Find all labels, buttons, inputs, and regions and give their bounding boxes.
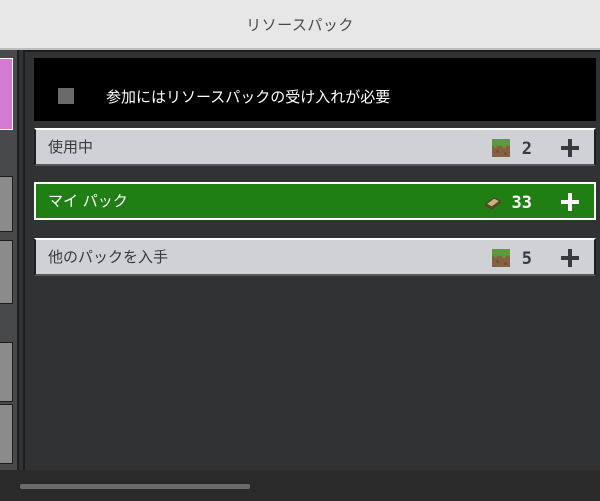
expand-plus-icon[interactable] (560, 192, 580, 212)
expand-plus-icon[interactable] (560, 248, 580, 268)
require-accept-checkbox[interactable] (58, 88, 74, 104)
grass-block-icon (492, 249, 510, 267)
pack-row-get-more[interactable]: 他のパックを入手 5 (34, 238, 596, 276)
requirement-label: 参加にはリソースパックの受け入れが必要 (106, 88, 391, 106)
bottom-bar (0, 470, 600, 501)
pack-row-label: マイ パック (48, 192, 128, 210)
book-icon (484, 197, 502, 210)
pack-row-label: 他のパックを入手 (48, 248, 169, 266)
window-title: リソースパック (246, 16, 354, 34)
requirement-toggle[interactable]: 参加にはリソースパックの受け入れが必要 (34, 58, 596, 121)
resource-pack-panel: 参加にはリソースパックの受け入れが必要 使用中 2 マイ パック 33 他のパッ… (23, 50, 600, 472)
sidebar-tab[interactable] (0, 240, 13, 304)
sidebar-tab-active[interactable] (0, 58, 13, 130)
expand-plus-icon[interactable] (560, 138, 580, 158)
sidebar-tab[interactable] (0, 404, 13, 464)
pack-row-active[interactable]: 使用中 2 (34, 128, 596, 166)
pack-count: 5 (521, 249, 532, 269)
grass-block-icon (492, 139, 510, 157)
sidebar-tab[interactable] (0, 342, 13, 402)
sidebar (0, 50, 19, 470)
horizontal-scrollbar[interactable] (20, 484, 250, 489)
pack-row-label: 使用中 (48, 138, 94, 156)
pack-count: 33 (511, 193, 532, 213)
pack-count: 2 (521, 139, 532, 159)
pack-row-my-packs[interactable]: マイ パック 33 (34, 182, 596, 220)
sidebar-tab[interactable] (0, 176, 13, 232)
title-bar: リソースパック (0, 0, 600, 50)
